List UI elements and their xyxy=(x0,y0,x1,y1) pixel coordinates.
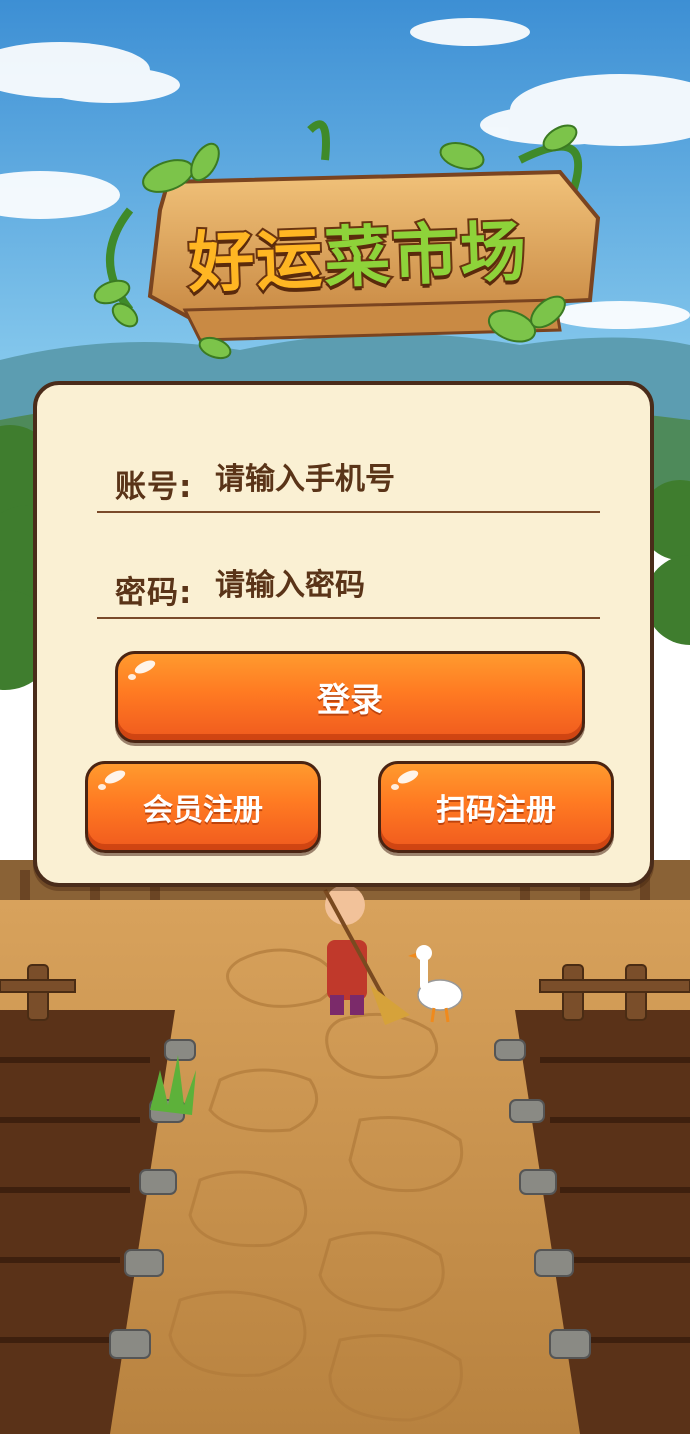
game-title-logo: 好运 菜市场 xyxy=(167,199,550,304)
scan-register-button[interactable]: 扫码注册 xyxy=(378,761,614,853)
button-shine xyxy=(102,767,128,787)
title-part-2: 菜市场 xyxy=(321,211,532,299)
button-shine xyxy=(395,767,421,787)
password-field: 密码: xyxy=(97,521,600,619)
login-button-label: 登录 xyxy=(317,680,383,719)
member-register-button[interactable]: 会员注册 xyxy=(85,761,321,853)
button-shine xyxy=(132,657,158,677)
button-shine xyxy=(128,674,136,680)
login-button[interactable]: 登录 xyxy=(115,651,585,743)
login-panel: 账号: 密码: 登录 会员注册 扫码注册 xyxy=(33,381,654,887)
password-label: 密码: xyxy=(115,575,193,611)
scan-register-label: 扫码注册 xyxy=(436,793,556,828)
title-part-1: 好运 xyxy=(185,218,328,304)
button-shine xyxy=(98,784,106,790)
button-shine xyxy=(391,784,399,790)
account-input[interactable] xyxy=(215,455,585,503)
account-label: 账号: xyxy=(115,469,193,505)
member-register-label: 会员注册 xyxy=(143,793,263,828)
account-field: 账号: xyxy=(97,415,600,513)
password-input[interactable] xyxy=(215,561,585,609)
